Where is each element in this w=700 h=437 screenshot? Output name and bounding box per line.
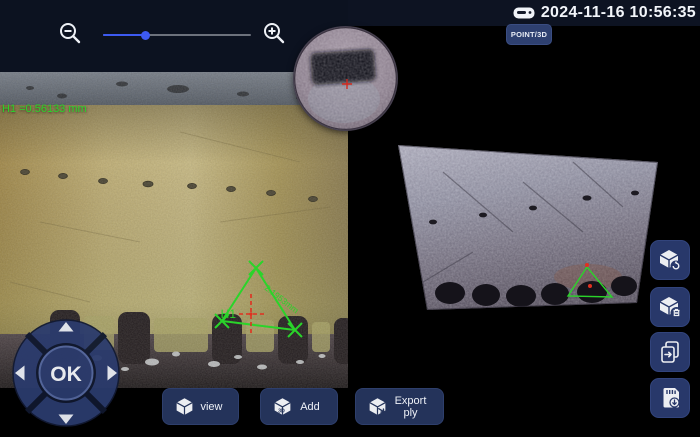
pointcloud-3d-view[interactable] — [383, 112, 670, 327]
export-file-icon — [657, 339, 683, 365]
view-button[interactable]: view — [162, 388, 239, 425]
zoom-in-icon[interactable] — [262, 21, 286, 45]
dpad-ok-label: OK — [50, 363, 82, 386]
save-to-sd-button[interactable] — [650, 378, 690, 418]
cube-3d-add-icon: 3D — [272, 396, 293, 417]
add-button[interactable]: 3D Add — [260, 388, 338, 425]
storage-icon — [513, 6, 535, 20]
cube-reset-view-icon — [657, 247, 683, 273]
videoscope-app: H1 2.1953mm H1 =0.56133 mm — [0, 0, 700, 437]
zoom-slider-thumb[interactable] — [141, 31, 150, 40]
add-button-label: Add — [293, 401, 337, 413]
mode-point3d-button[interactable]: POINT/3D — [506, 24, 552, 45]
vertex-label: H1 — [221, 307, 237, 321]
export-ply-button-label: Export ply — [388, 395, 443, 419]
dpad-control[interactable]: OK — [7, 312, 125, 434]
zoom-out-icon[interactable] — [58, 21, 82, 45]
export-file-button[interactable] — [650, 332, 690, 372]
export-ply-button[interactable]: Export ply — [355, 388, 444, 425]
cube-export-icon — [367, 396, 388, 417]
cube-delete-icon — [657, 294, 683, 320]
view-button-label: view — [195, 401, 238, 413]
svg-text:3D: 3D — [278, 409, 285, 415]
save-sd-card-icon — [657, 385, 683, 411]
zoom-slider-fill — [103, 34, 145, 36]
zoom-slider[interactable] — [103, 27, 251, 43]
cube-3d-icon — [174, 396, 195, 417]
delete-pointcloud-button[interactable] — [650, 287, 690, 327]
measurement-result-label: H1 =0.56133 mm — [2, 103, 87, 115]
datetime-text: 2024-11-16 10:56:35 — [541, 4, 696, 22]
datetime-group: 2024-11-16 10:56:35 — [513, 2, 696, 24]
reset-view-button[interactable] — [650, 240, 690, 280]
magnifier-inset — [294, 27, 397, 130]
